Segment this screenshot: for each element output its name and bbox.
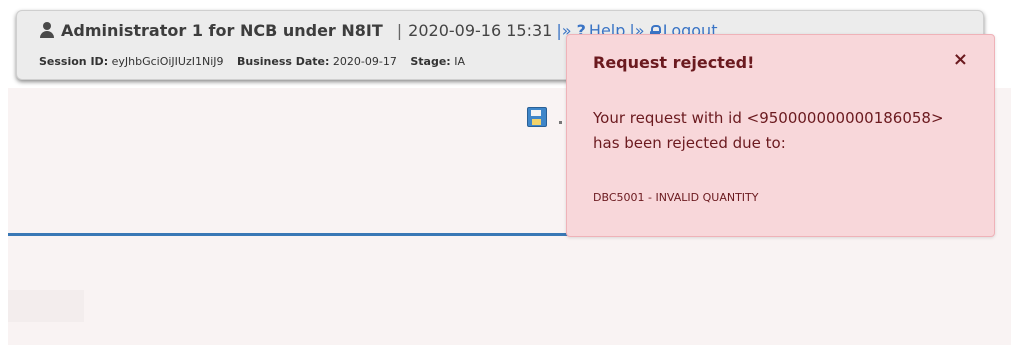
business-date-label: Business Date:	[237, 55, 330, 68]
close-icon[interactable]: ×	[953, 50, 968, 70]
user-label: Administrator 1 for NCB under N8IT	[61, 21, 383, 40]
save-icon[interactable]	[527, 107, 547, 127]
header-timestamp: 2020-09-16 15:31	[408, 21, 553, 40]
session-meta: Session ID: eyJhbGciOiJIUzI1NiJ9 Busines…	[39, 55, 475, 68]
empty-panel	[8, 290, 84, 322]
save-menu-dot	[559, 121, 562, 124]
toast-error-detail: DBC5001 - INVALID QUANTITY	[593, 191, 759, 204]
session-id-value: eyJhbGciOiJIUzI1NiJ9	[111, 55, 224, 68]
error-toast: Request rejected! × Your request with id…	[566, 34, 995, 237]
session-id-label: Session ID:	[39, 55, 109, 68]
user-icon	[39, 22, 55, 38]
stage-label: Stage:	[410, 55, 451, 68]
header-separator: |	[396, 21, 403, 40]
toast-message: Your request with id <950000000000186058…	[593, 109, 944, 152]
business-date-value: 2020-09-17	[332, 55, 397, 68]
stage-value: IA	[454, 55, 465, 68]
toast-title: Request rejected!	[593, 53, 755, 72]
